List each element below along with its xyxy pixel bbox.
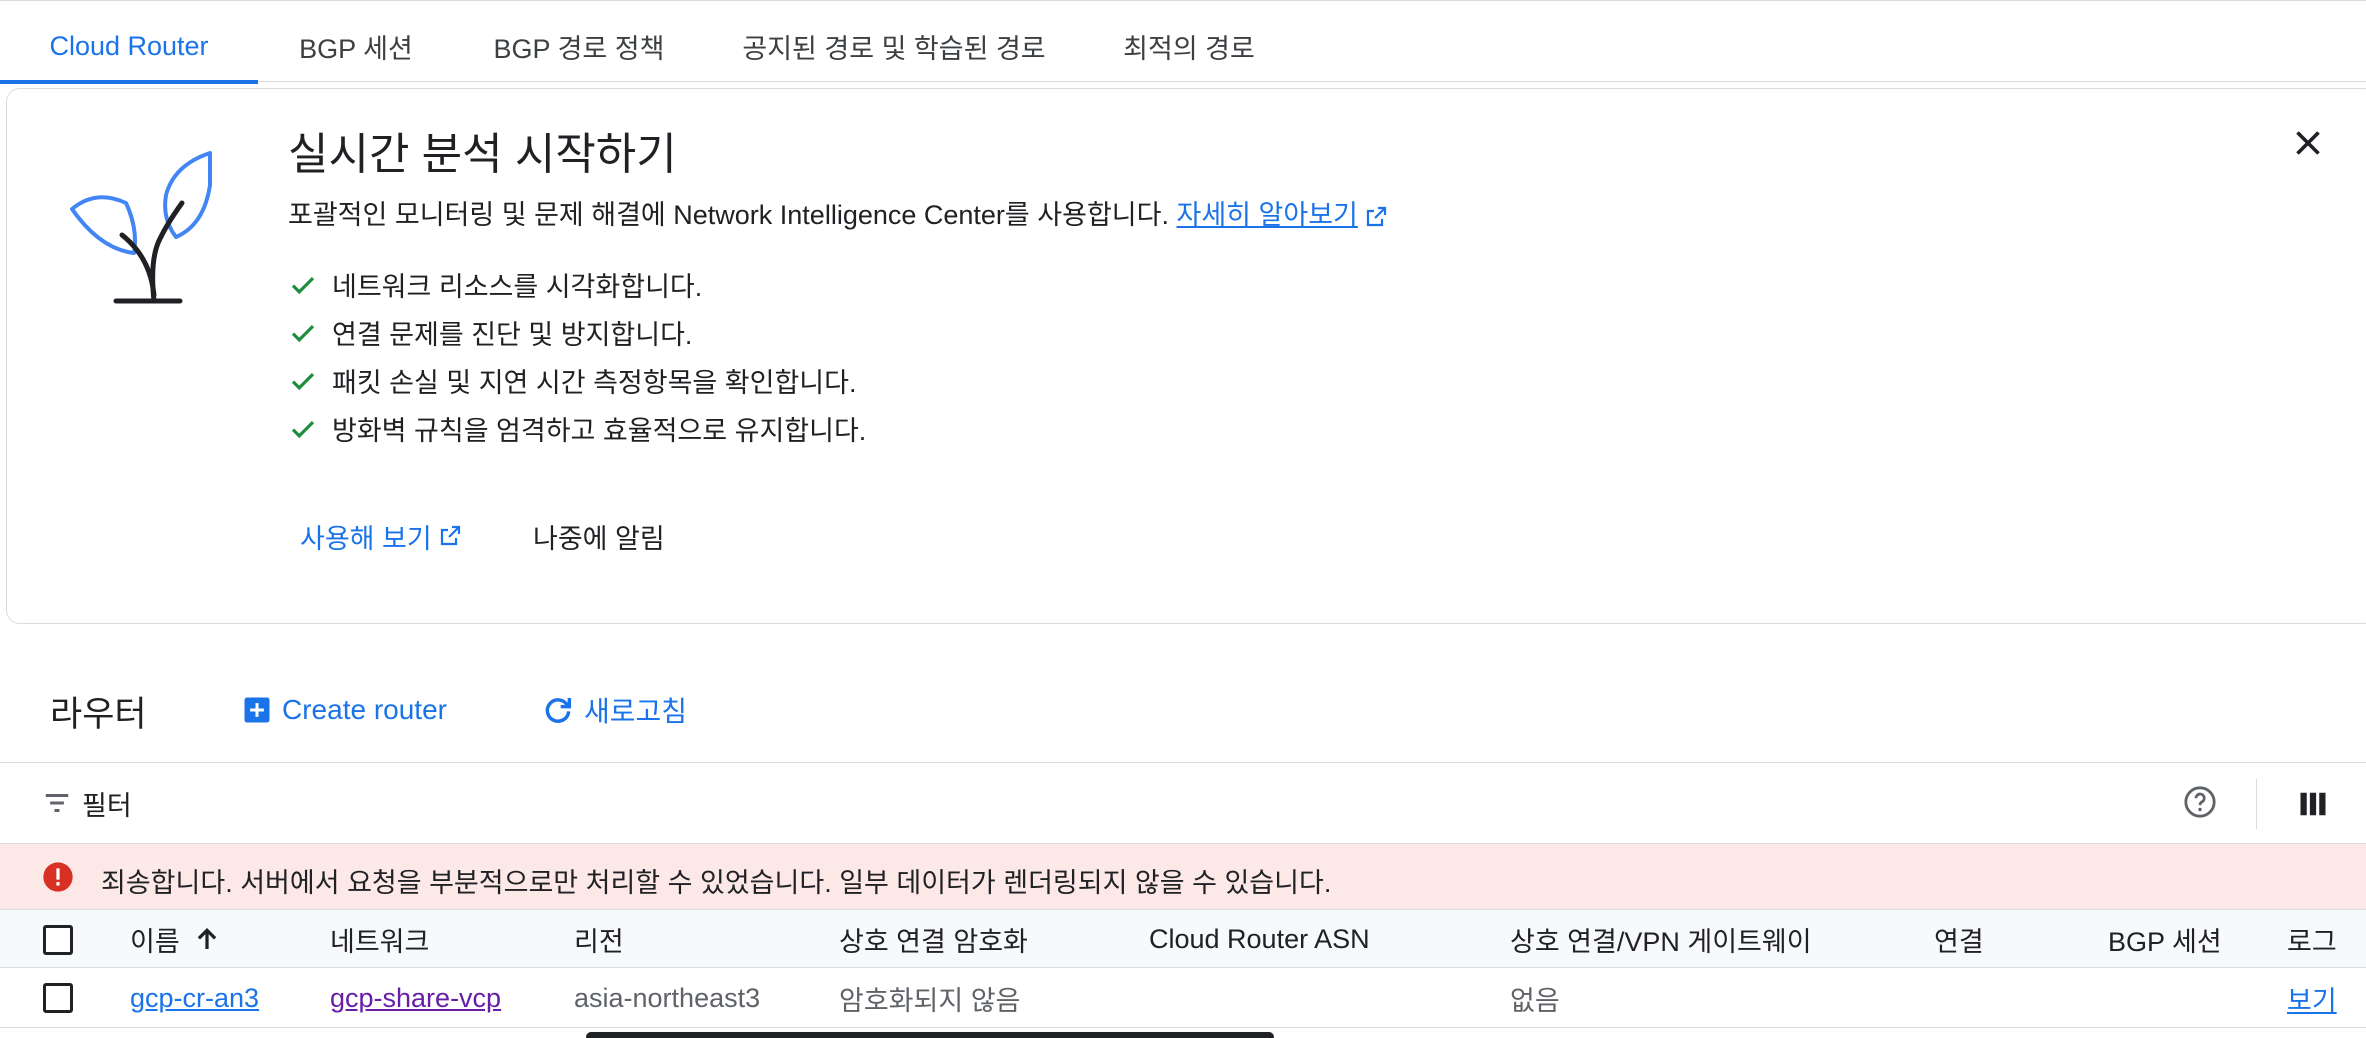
column-header-region[interactable]: 리전: [574, 910, 624, 968]
column-header-asn[interactable]: Cloud Router ASN: [1149, 910, 1370, 968]
encryption-cell: 암호화되지 않음: [839, 985, 1021, 1016]
column-header-encryption[interactable]: 상호 연결 암호화: [839, 910, 1028, 968]
view-logs-link[interactable]: 보기: [2287, 979, 2337, 1018]
gateway-cell: 없음: [1510, 985, 1560, 1016]
check-icon: [291, 420, 315, 438]
checklist-item: 패킷 손실 및 지연 시간 측정항목을 확인합니다.: [288, 361, 856, 400]
plant-illustration-icon: [70, 151, 212, 304]
close-icon[interactable]: [2290, 125, 2326, 161]
error-message: 죄송합니다. 서버에서 요청을 부분적으로만 처리할 수 있었습니다. 일부 데…: [101, 868, 1332, 898]
banner-description: 포괄적인 모니터링 및 문제 해결에 Network Intelligence …: [288, 193, 1388, 232]
learn-more-link[interactable]: 자세히 알아보기: [1177, 200, 1358, 230]
table-row: gcp-cr-an3 gcp-share-vcp asia-northeast3…: [0, 968, 2366, 1028]
column-header-logs[interactable]: 로그: [2287, 910, 2337, 968]
column-header-connection[interactable]: 연결: [1934, 910, 1984, 968]
check-icon: [291, 324, 315, 342]
horizontal-scrollbar[interactable]: [586, 1032, 1274, 1038]
column-display-icon[interactable]: [2298, 789, 2328, 819]
external-link-icon: [1366, 206, 1386, 226]
column-header-network[interactable]: 네트워크: [330, 910, 429, 968]
add-box-icon: [244, 697, 270, 723]
partial-error-banner: 죄송합니다. 서버에서 요청을 부분적으로만 처리할 수 있었습니다. 일부 데…: [0, 844, 2366, 910]
select-all-checkbox[interactable]: [43, 925, 73, 955]
tab-bar: Cloud Router BGP 세션 BGP 경로 정책 공지된 경로 및 학…: [0, 0, 2366, 84]
help-icon[interactable]: [2183, 785, 2217, 819]
try-it-label: 사용해 보기: [300, 523, 432, 554]
column-header-label: 이름: [130, 926, 180, 957]
column-header-gateway[interactable]: 상호 연결/VPN 게이트웨이: [1510, 910, 1812, 968]
create-router-label: Create router: [282, 694, 447, 725]
banner-description-text: 포괄적인 모니터링 및 문제 해결에 Network Intelligence …: [288, 200, 1169, 230]
filter-label: 필터: [82, 790, 132, 821]
tab-cloud-router[interactable]: Cloud Router: [0, 9, 258, 84]
column-header-name[interactable]: 이름: [130, 910, 222, 968]
checklist-text: 연결 문제를 진단 및 방지합니다.: [332, 320, 693, 350]
try-it-button[interactable]: 사용해 보기: [300, 516, 462, 556]
tab-advertised-learned-routes[interactable]: 공지된 경로 및 학습된 경로: [704, 9, 1084, 83]
checklist-item: 방화벽 규칙을 엄격하고 효율적으로 유지합니다.: [288, 409, 866, 448]
refresh-button[interactable]: 새로고침: [542, 688, 687, 732]
checklist-item: 네트워크 리소스를 시각화합니다.: [288, 265, 702, 304]
external-link-icon: [440, 525, 460, 546]
banner-title: 실시간 분석 시작하기: [288, 130, 677, 179]
create-router-button[interactable]: Create router: [242, 688, 447, 732]
checklist-text: 방화벽 규칙을 엄격하고 효율적으로 유지합니다.: [332, 416, 867, 446]
network-link[interactable]: gcp-share-vcp: [330, 983, 501, 1014]
tab-best-routes[interactable]: 최적의 경로: [1084, 9, 1294, 83]
check-icon: [291, 276, 315, 294]
filter-bar: 필터: [0, 762, 2366, 844]
region-cell: asia-northeast3: [574, 982, 761, 1013]
row-checkbox[interactable]: [43, 983, 73, 1013]
refresh-icon: [545, 698, 572, 723]
tab-bgp-route-policies[interactable]: BGP 경로 정책: [454, 9, 704, 83]
column-header-bgp-sessions[interactable]: BGP 세션: [2108, 910, 2222, 968]
check-icon: [291, 372, 315, 390]
table-header: 이름 네트워크 리전 상호 연결 암호화 Cloud Router ASN 상호…: [0, 910, 2366, 968]
filter-icon: [45, 794, 69, 812]
routers-title: 라우터: [50, 695, 147, 734]
arrow-up-icon: [197, 927, 216, 949]
remind-later-button[interactable]: 나중에 알림: [533, 516, 665, 556]
router-name-link[interactable]: gcp-cr-an3: [130, 983, 259, 1014]
checklist-text: 네트워크 리소스를 시각화합니다.: [332, 272, 703, 302]
refresh-label: 새로고침: [584, 696, 688, 727]
toolbar-divider: [2256, 779, 2257, 829]
tab-bgp-sessions[interactable]: BGP 세션: [258, 9, 454, 83]
checklist-text: 패킷 손실 및 지연 시간 측정항목을 확인합니다.: [332, 368, 857, 398]
error-icon: [43, 862, 73, 892]
checklist-item: 연결 문제를 진단 및 방지합니다.: [288, 313, 692, 352]
filter-button[interactable]: 필터: [42, 783, 132, 823]
